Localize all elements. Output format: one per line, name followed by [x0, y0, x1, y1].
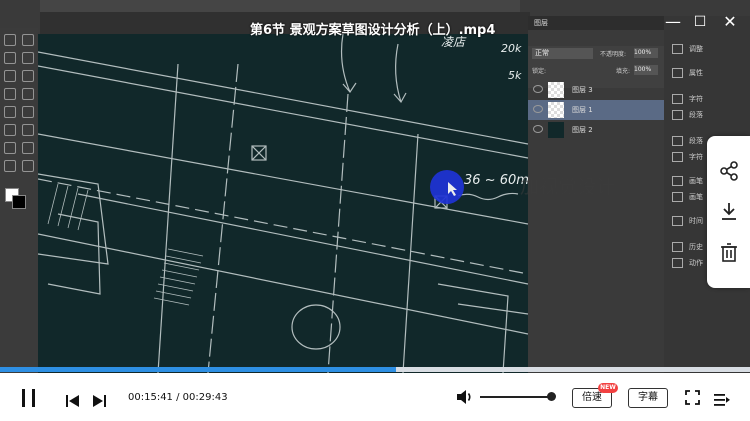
minimize-button[interactable]: —: [665, 14, 681, 30]
current-time: 00:15:41: [128, 392, 173, 403]
volume-icon: [457, 390, 471, 404]
pen-tool-icon: [4, 124, 16, 136]
side-panel-item[interactable]: 字符: [672, 94, 703, 104]
time-separator: /: [176, 392, 180, 403]
stamp-tool-icon: [22, 88, 34, 100]
download-icon: [722, 203, 736, 220]
visibility-eye-icon[interactable]: [533, 85, 543, 93]
previous-button[interactable]: [66, 392, 80, 411]
watermark: 加视觉设计: [520, 176, 616, 198]
path-tool-icon: [4, 142, 16, 154]
brush-icon: [672, 176, 683, 186]
side-panel-item[interactable]: 段落: [672, 136, 703, 146]
crop-tool-icon: [4, 70, 16, 82]
sketch-label-3: 5k: [508, 69, 522, 82]
volume-button[interactable]: [456, 389, 474, 409]
gradient-tool-icon: [22, 106, 34, 118]
timeline-icon: [672, 216, 683, 226]
paragraph-icon: [672, 110, 683, 120]
layer-row[interactable]: 图层 2: [528, 120, 664, 140]
playlist-icon: [714, 394, 730, 406]
zoom-tool-icon: [22, 160, 34, 172]
fill-value[interactable]: 100%: [634, 65, 658, 75]
layer-thumbnail: [548, 82, 564, 98]
actions-icon: [672, 258, 683, 268]
visibility-eye-icon[interactable]: [533, 105, 543, 113]
close-button[interactable]: ✕: [722, 14, 738, 30]
layers-tab[interactable]: 图层: [534, 18, 548, 28]
pointer-icon: [448, 182, 457, 196]
brush-tool-icon: [4, 88, 16, 100]
hand-tool-icon: [4, 160, 16, 172]
pause-icon: [22, 389, 35, 407]
fullscreen-button[interactable]: [685, 390, 700, 409]
side-panel-item[interactable]: 属性: [672, 68, 703, 78]
visibility-eye-icon[interactable]: [533, 125, 543, 133]
fill-label: 填充:: [616, 68, 631, 75]
eyedropper-tool-icon: [22, 70, 34, 82]
opacity-value[interactable]: 100%: [634, 48, 658, 58]
side-panel-item[interactable]: 字符: [672, 152, 703, 162]
photoshop-toolbar: [0, 28, 38, 373]
character-icon: [672, 94, 683, 104]
pause-button[interactable]: [21, 389, 37, 411]
properties-icon: [672, 68, 683, 78]
progress-fill: [0, 367, 396, 372]
side-panel-item[interactable]: 调整: [672, 44, 703, 54]
layer-thumbnail: [548, 102, 564, 118]
text-tool-icon: [22, 124, 34, 136]
wand-tool-icon: [22, 52, 34, 64]
skip-next-icon: [93, 395, 106, 407]
share-icon: [720, 161, 738, 181]
eraser-tool-icon: [4, 106, 16, 118]
lasso-tool-icon: [4, 52, 16, 64]
layer-name: 图层 3: [572, 86, 593, 94]
subtitle-button[interactable]: 字幕: [628, 388, 668, 408]
adjust-icon: [672, 44, 683, 54]
lock-label: 锁定:: [532, 68, 547, 75]
side-panel-item[interactable]: 时间: [672, 216, 703, 226]
delete-button[interactable]: [718, 242, 740, 264]
shape-tool-icon: [22, 142, 34, 154]
floating-action-bar: [707, 136, 750, 288]
side-panel-item[interactable]: 段落: [672, 110, 703, 120]
share-button[interactable]: [718, 160, 740, 182]
background-color-swatch: [12, 195, 26, 209]
volume-slider[interactable]: [480, 396, 552, 398]
blend-mode-select[interactable]: 正常: [532, 48, 593, 59]
brush-icon: [672, 192, 683, 202]
skip-previous-icon: [66, 395, 79, 407]
maximize-button[interactable]: ☐: [692, 14, 708, 30]
layer-name: 图层 1: [572, 106, 593, 114]
side-panel-item[interactable]: 历史: [672, 242, 703, 252]
trash-icon: [721, 243, 737, 262]
layer-name: 图层 2: [572, 126, 593, 134]
history-icon: [672, 242, 683, 252]
cursor-highlight: [430, 170, 464, 204]
marquee-tool-icon: [22, 34, 34, 46]
layer-row[interactable]: 图层 3: [528, 80, 664, 100]
video-title: 第6节 景观方案草图设计分析（上）.mp4: [250, 23, 496, 38]
fullscreen-icon: [685, 390, 700, 405]
layer-thumbnail: [548, 122, 564, 138]
side-panel-item[interactable]: 画笔: [672, 176, 703, 186]
layers-panel-header: 图层: [528, 16, 664, 30]
character-icon: [672, 152, 683, 162]
side-panel-item[interactable]: 画笔: [672, 192, 703, 202]
playlist-button[interactable]: [714, 391, 730, 410]
paragraph-icon: [672, 136, 683, 146]
volume-knob[interactable]: [547, 392, 556, 401]
next-button[interactable]: [93, 392, 107, 411]
side-panel-item[interactable]: 动作: [672, 258, 703, 268]
download-button[interactable]: [718, 200, 740, 222]
photoshop-tab-strip: [40, 0, 520, 12]
opacity-label: 不透明度:: [600, 51, 627, 58]
time-display: 00:15:41 / 00:29:43: [128, 392, 228, 403]
move-tool-icon: [4, 34, 16, 46]
sketch-label-2: 20k: [501, 42, 522, 55]
new-badge: NEW: [598, 383, 618, 393]
layer-row-selected[interactable]: 图层 1: [528, 100, 664, 120]
total-time: 00:29:43: [182, 392, 228, 403]
